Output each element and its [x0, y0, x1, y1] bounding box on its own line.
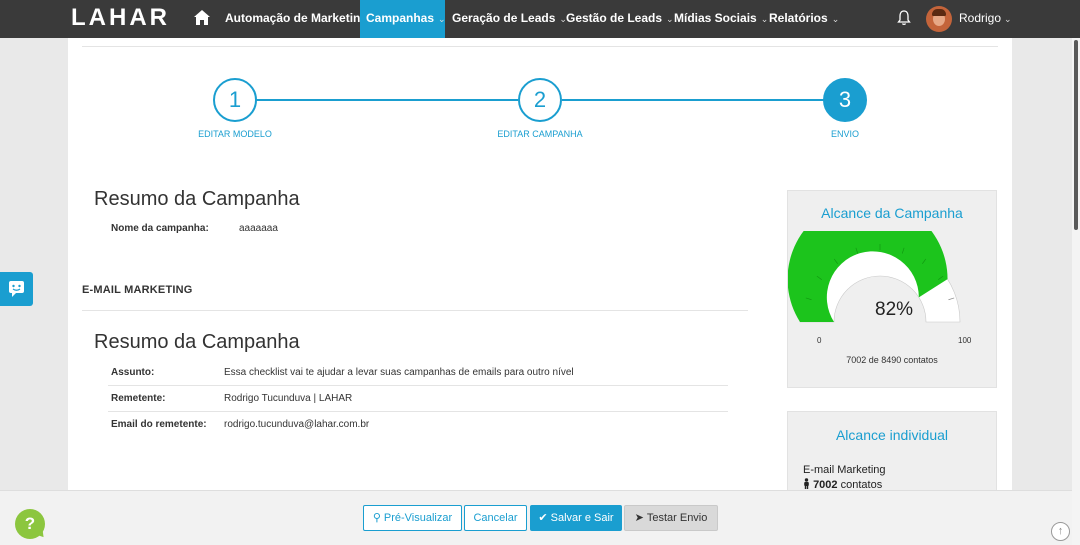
preview-label: Pré-Visualizar: [383, 512, 453, 524]
user-name: Rodrigo: [959, 11, 1002, 25]
reach-total-text: 7002 de 8490 contatos: [846, 355, 938, 365]
campaign-name-label: Nome da campanha:: [111, 223, 209, 234]
test-label: Testar Envio: [646, 512, 708, 524]
nav-geracao-leads[interactable]: Geração de Leads ⌄: [446, 0, 573, 38]
save-label: Salvar e Sair: [550, 512, 614, 524]
cancel-label: Cancelar: [473, 512, 518, 524]
nav-label: Geração de Leads: [452, 11, 556, 25]
nav-label: Automação de Marketing: [225, 11, 368, 25]
send-icon: ➤: [634, 512, 644, 524]
individual-reach-card: Alcance individual E-mail Marketing 7002…: [787, 411, 997, 491]
nav-label: Gestão de Leads: [566, 11, 663, 25]
check-icon: ✔: [538, 512, 548, 524]
reach-gauge: [788, 231, 961, 323]
user-menu[interactable]: Rodrigo ⌄: [959, 0, 1012, 38]
nav-midias-sociais[interactable]: Mídias Sociais ⌄: [668, 0, 774, 38]
chat-smile-icon: [9, 281, 24, 297]
nav-label: Relatórios: [769, 11, 828, 25]
test-send-button[interactable]: ➤ Testar Envio: [624, 505, 718, 531]
step-3-label: ENVIO: [830, 129, 859, 139]
step-2-circle[interactable]: 2: [518, 78, 562, 122]
lahar-logo[interactable]: LAHAR: [71, 4, 170, 32]
person-icon: [804, 478, 809, 489]
step-1-circle[interactable]: 1: [213, 78, 257, 122]
individual-reach-title: Alcance individual: [835, 427, 949, 443]
action-bar: ⚲ Pré-Visualizar Cancelar ✔ Salvar e Sair …: [0, 490, 1072, 545]
save-exit-button[interactable]: ✔ Salvar e Sair: [530, 505, 622, 531]
bell-icon[interactable]: [896, 9, 912, 27]
chevron-down-icon: ⌄: [831, 14, 840, 24]
nav-gestao-leads[interactable]: Gestão de Leads ⌄: [560, 0, 680, 38]
channel-name: E-mail Marketing: [803, 464, 886, 476]
step-connector: [254, 99, 518, 101]
divider: [82, 310, 748, 311]
sender-email-label: Email do remetente:: [111, 419, 207, 430]
nav-label: Campanhas: [366, 11, 435, 25]
campaign-name-value: aaaaaaa: [239, 223, 278, 234]
home-icon[interactable]: [193, 8, 211, 28]
feedback-tab[interactable]: [0, 272, 33, 306]
subject-label: Assunto:: [111, 367, 155, 378]
email-marketing-header: E-MAIL MARKETING: [82, 284, 193, 296]
nav-campanhas[interactable]: Campanhas ⌄: [360, 0, 446, 38]
gauge-max-label: 100: [958, 336, 972, 345]
step-connector: [562, 99, 824, 101]
divider: [108, 385, 728, 386]
gauge-min-label: 0: [817, 336, 822, 345]
sender-value: Rodrigo Tucunduva | LAHAR: [224, 393, 353, 404]
reach-percent: 82%: [875, 299, 914, 320]
nav-relatorios[interactable]: Relatórios ⌄: [763, 0, 845, 38]
sender-email-value: rodrigo.tucunduva@lahar.com.br: [224, 419, 370, 430]
step-1-label: EDITAR MODELO: [198, 129, 272, 139]
step-3-circle: 3: [823, 78, 867, 122]
step-2-label: EDITAR CAMPANHA: [497, 129, 583, 139]
cancel-button[interactable]: Cancelar: [464, 505, 527, 531]
chevron-down-icon: ⌄: [438, 14, 446, 24]
preview-button[interactable]: ⚲ Pré-Visualizar: [363, 505, 462, 531]
page-scrollbar[interactable]: [1072, 38, 1080, 545]
avatar[interactable]: [926, 6, 952, 32]
search-icon: ⚲: [372, 512, 381, 524]
nav-label: Mídias Sociais: [674, 11, 757, 25]
arrow-up-icon[interactable]: ↑: [1051, 522, 1070, 541]
help-button[interactable]: ?: [15, 509, 45, 539]
summary-title: Resumo da Campanha: [94, 188, 300, 210]
divider: [108, 411, 728, 412]
main-content: 1 EDITAR MODELO 2 EDITAR CAMPANHA 3 ENVI…: [68, 38, 1012, 491]
divider: [82, 46, 998, 47]
campaign-reach-card: Alcance da Campanha 82% 0 100 7002 de 84…: [787, 190, 997, 388]
subject-value: Essa checklist vai te ajudar a levar sua…: [224, 367, 574, 378]
sender-label: Remetente:: [111, 393, 166, 404]
scrollbar-thumb[interactable]: [1074, 40, 1078, 230]
campaign-reach-title: Alcance da Campanha: [821, 205, 963, 221]
top-navbar: LAHAR Automação de Marketing Campanhas ⌄ …: [0, 0, 1080, 38]
nav-automacao-marketing[interactable]: Automação de Marketing: [219, 0, 374, 38]
email-summary-title: Resumo da Campanha: [94, 331, 300, 353]
chevron-down-icon: ⌄: [1004, 14, 1012, 24]
